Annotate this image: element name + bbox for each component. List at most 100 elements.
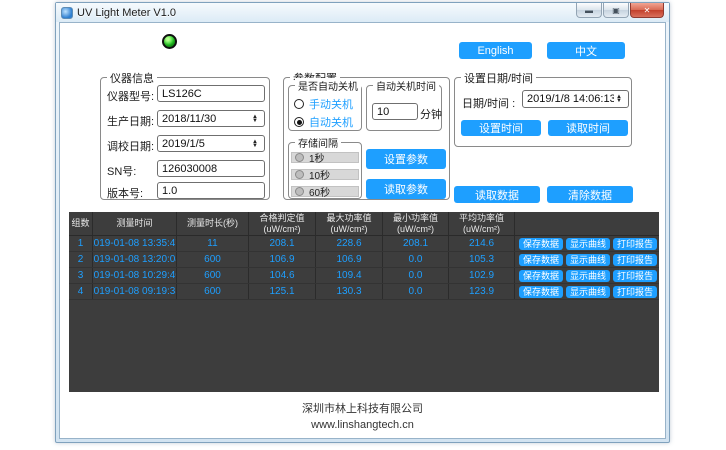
minutes-label: 分钟 [420,106,442,122]
table-row[interactable]: 1 2019-01-08 13:35:47 11 208.1 228.6 208… [69,236,659,252]
cell-group: 4 [69,284,93,299]
titlebar[interactable]: UV Light Meter V1.0 ▬ ▣ ✕ [56,3,669,22]
storage-option-60s[interactable]: 60秒 [291,186,359,197]
cell-group: 2 [69,252,93,267]
show-curve-button[interactable]: 显示曲线 [566,286,610,298]
print-report-button[interactable]: 打印报告 [613,238,657,250]
chinese-button[interactable]: 中文 [547,42,625,59]
model-value: LS126C [162,88,260,100]
auto-shutdown-label: 自动关机 [309,114,353,130]
save-data-button[interactable]: 保存数据 [519,238,563,250]
set-params-button[interactable]: 设置参数 [366,149,446,169]
window-controls: ▬ ▣ ✕ [576,3,664,18]
sn-label: SN号: [107,163,136,179]
radio-disabled-icon [295,153,304,162]
calibration-date-input[interactable]: 2019/1/5 ▲▼ [157,135,265,152]
radio-disabled-icon [295,187,304,196]
datetime-value: 2019/1/8 14:06:13 [527,93,614,105]
cell-max-power: 130.3 [316,284,383,299]
minimize-button[interactable]: ▬ [576,3,602,18]
read-time-button[interactable]: 读取时间 [548,120,628,136]
calibration-date-label: 调校日期: [107,138,154,154]
english-button[interactable]: English [459,42,532,59]
website-link[interactable]: www.linshangtech.cn [60,419,665,431]
client-area: English 中文 仪器信息 仪器型号: LS126C 生产日期: 2018/… [59,22,666,439]
read-data-button[interactable]: 读取数据 [454,186,540,203]
app-icon [61,7,73,19]
production-date-label: 生产日期: [107,113,154,129]
spinner-icon[interactable]: ▲▼ [614,95,624,103]
cell-duration: 11 [177,236,249,251]
version-value: 1.0 [162,185,260,197]
window-title: UV Light Meter V1.0 [77,7,176,19]
storage-option-10s[interactable]: 10秒 [291,169,359,180]
production-date-value: 2018/11/30 [162,113,250,125]
version-input[interactable]: 1.0 [157,182,265,199]
radio-checked-icon [294,117,304,127]
shutdown-time-value: 10 [377,106,413,118]
production-date-input[interactable]: 2018/11/30 ▲▼ [157,110,265,127]
print-report-button[interactable]: 打印报告 [613,270,657,282]
cell-pass-value: 104.6 [249,268,316,283]
save-data-button[interactable]: 保存数据 [519,270,563,282]
datetime-input[interactable]: 2019/1/8 14:06:13 ▲▼ [522,90,629,108]
storage-option-1s[interactable]: 1秒 [291,152,359,163]
table-header: 组数 测量时间 测量时长(秒) 合格判定值(uW/cm²) 最大功率值(uW/c… [69,212,659,236]
clear-data-button[interactable]: 清除数据 [547,186,633,203]
cell-duration: 600 [177,268,249,283]
header-time: 测量时间 [93,212,177,235]
spinner-icon[interactable]: ▲▼ [250,140,260,148]
show-curve-button[interactable]: 显示曲线 [566,254,610,266]
auto-shutdown-title: 是否自动关机 [295,78,361,93]
maximize-button[interactable]: ▣ [603,3,629,18]
cell-min-power: 0.0 [383,268,449,283]
show-curve-button[interactable]: 显示曲线 [566,270,610,282]
sn-input[interactable]: 126030008 [157,160,265,177]
cell-pass-value: 106.9 [249,252,316,267]
cell-avg-power: 105.3 [449,252,515,267]
close-button[interactable]: ✕ [630,3,664,18]
app-window: UV Light Meter V1.0 ▬ ▣ ✕ English 中文 仪器信… [55,2,670,443]
storage-60s-label: 60秒 [309,184,330,199]
show-curve-button[interactable]: 显示曲线 [566,238,610,250]
model-input[interactable]: LS126C [157,85,265,102]
cell-pass-value: 125.1 [249,284,316,299]
spinner-icon[interactable]: ▲▼ [250,115,260,123]
cell-avg-power: 214.6 [449,236,515,251]
read-params-button[interactable]: 读取参数 [366,179,446,199]
datetime-label: 日期/时间 : [462,95,515,111]
save-data-button[interactable]: 保存数据 [519,286,563,298]
sn-value: 126030008 [162,163,260,175]
radio-disabled-icon [295,170,304,179]
cell-time: 2019-01-08 13:35:47 [93,236,177,251]
row-actions: 保存数据 显示曲线 打印报告 [515,284,659,299]
print-report-button[interactable]: 打印报告 [613,254,657,266]
table-row[interactable]: 4 2019-01-08 09:19:35 600 125.1 130.3 0.… [69,284,659,300]
save-data-button[interactable]: 保存数据 [519,254,563,266]
print-report-button[interactable]: 打印报告 [613,286,657,298]
table-row[interactable]: 3 2019-01-08 10:29:40 600 104.6 109.4 0.… [69,268,659,284]
manual-shutdown-radio[interactable]: 手动关机 [294,96,353,112]
storage-10s-label: 10秒 [309,167,330,182]
cell-min-power: 0.0 [383,252,449,267]
cell-avg-power: 123.9 [449,284,515,299]
cell-avg-power: 102.9 [449,268,515,283]
calibration-date-value: 2019/1/5 [162,138,250,150]
cell-min-power: 0.0 [383,284,449,299]
device-info-title: 仪器信息 [107,70,157,86]
row-actions: 保存数据 显示曲线 打印报告 [515,252,659,267]
shutdown-time-input[interactable]: 10 [372,103,418,120]
set-time-button[interactable]: 设置时间 [461,120,541,136]
auto-shutdown-group: 是否自动关机 手动关机 自动关机 [288,85,362,131]
status-led-icon [162,34,177,49]
model-label: 仪器型号: [107,88,154,104]
row-actions: 保存数据 显示曲线 打印报告 [515,236,659,251]
radio-icon [294,99,304,109]
cell-time: 2019-01-08 10:29:40 [93,268,177,283]
auto-shutdown-radio[interactable]: 自动关机 [294,114,353,130]
cell-time: 2019-01-08 13:20:04 [93,252,177,267]
cell-min-power: 208.1 [383,236,449,251]
table-row[interactable]: 2 2019-01-08 13:20:04 600 106.9 106.9 0.… [69,252,659,268]
cell-group: 1 [69,236,93,251]
cell-max-power: 228.6 [316,236,383,251]
